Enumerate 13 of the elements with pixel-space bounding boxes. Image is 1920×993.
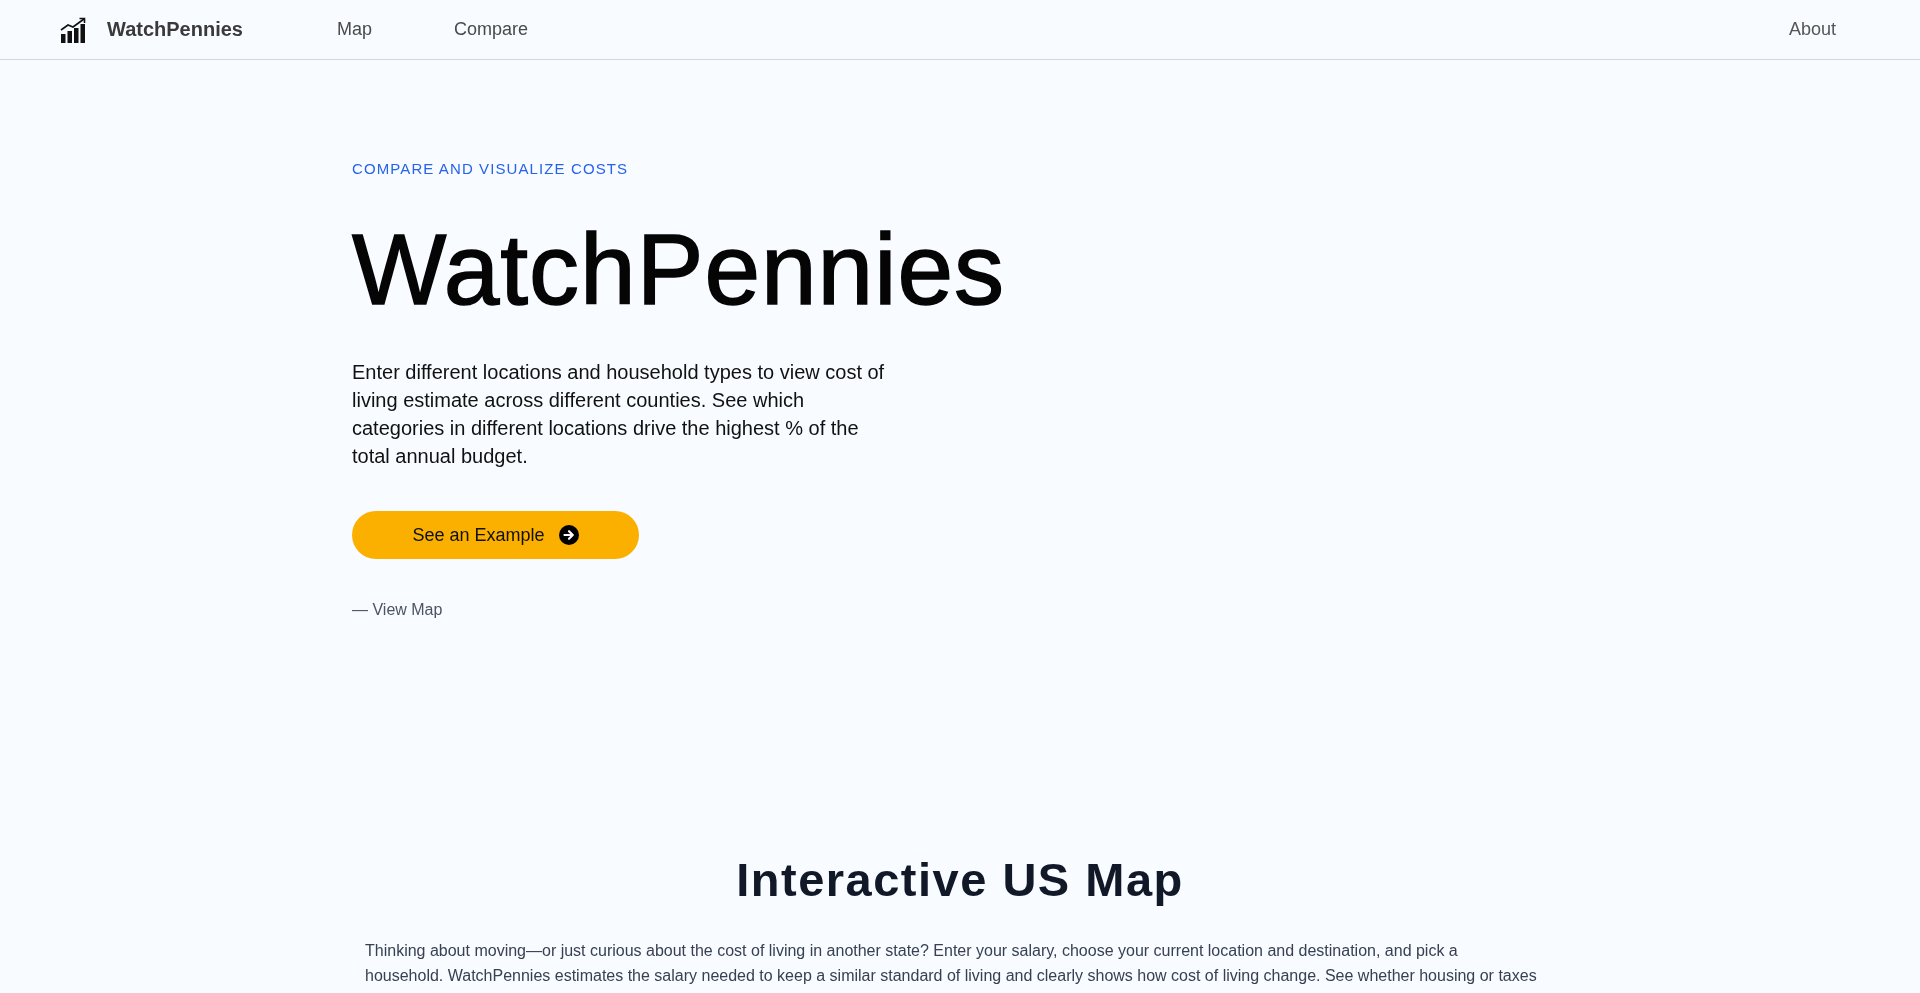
hero-description: Enter different locations and household types to view cost of living estimate across different counties. See which categories in different locations drive the highest % of the total annual budget.	[352, 360, 886, 469]
brand-link[interactable]: WatchPennies	[107, 18, 243, 41]
see-example-button[interactable]: See an Example	[352, 511, 639, 559]
arrow-circle-icon	[558, 525, 579, 545]
bar-chart-icon	[60, 16, 88, 43]
section-heading: Interactive US Map	[735, 852, 1185, 908]
nav-link[interactable]: Compare	[454, 19, 528, 40]
intro-paragraph: Thinking about moving—or just curious about the cost of living in another state? Enter your salary, choose your current location and destination, and pick a household. WatchPennies estimates the salary needed to keep a similar standard of living and clearly shows how cost of living change. See whether housing or taxes	[365, 941, 1538, 986]
view-map-link[interactable]: — View Map	[352, 600, 443, 620]
nav-link[interactable]: About	[1788, 19, 1836, 40]
nav-link[interactable]: Map	[336, 19, 372, 40]
eyebrow-text: COMPARE AND VISUALIZE COSTS	[352, 160, 629, 178]
hero-title: WatchPennies	[352, 214, 1006, 324]
